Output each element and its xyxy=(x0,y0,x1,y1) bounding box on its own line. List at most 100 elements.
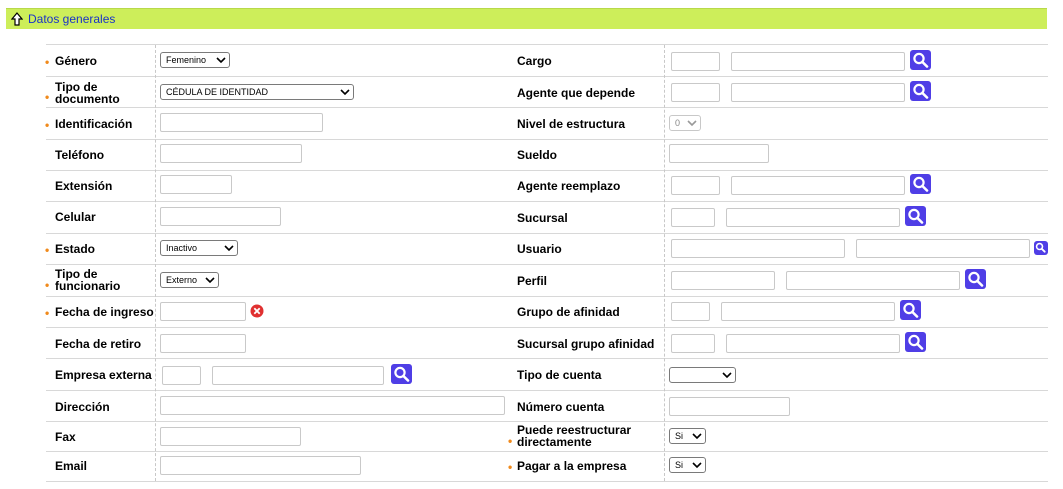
row-divider xyxy=(46,451,1048,452)
sucursal-grupo-afinidad-name-input[interactable] xyxy=(726,334,900,353)
cargo-name-input[interactable] xyxy=(731,52,905,71)
search-icon xyxy=(968,271,984,287)
agente-reemplazo-label: Agente reemplazo xyxy=(517,179,621,193)
required-marker: • xyxy=(45,90,50,104)
fax-input[interactable] xyxy=(160,427,301,446)
search-icon xyxy=(1035,242,1046,253)
required-marker: • xyxy=(45,306,50,320)
agente-depende-search-button[interactable] xyxy=(910,81,931,101)
row-divider xyxy=(46,233,1048,234)
column-divider xyxy=(155,45,156,481)
celular-label: Celular xyxy=(55,210,96,224)
tipo-funcionario-value: Externo xyxy=(166,275,198,285)
perfil-label: Perfil xyxy=(517,274,548,288)
estado-select[interactable]: Inactivo xyxy=(160,240,238,256)
pagar-empresa-value: Si xyxy=(675,460,684,470)
sucursal-label: Sucursal xyxy=(517,211,568,225)
row-divider xyxy=(46,481,1048,482)
telefono-label: Teléfono xyxy=(55,148,105,162)
perfil-search-button[interactable] xyxy=(965,269,986,289)
fecha-ingreso-input[interactable] xyxy=(160,302,246,321)
arrow-up-icon[interactable] xyxy=(11,12,23,26)
sucursal-grupo-afinidad-search-button[interactable] xyxy=(905,332,926,352)
numero-cuenta-input[interactable] xyxy=(669,397,790,416)
genero-select[interactable]: Femenino xyxy=(160,52,230,68)
chevron-down-icon xyxy=(205,277,215,284)
empresa-externa-search-button[interactable] xyxy=(391,364,412,384)
row-divider xyxy=(46,264,1048,265)
celular-input[interactable] xyxy=(160,207,281,226)
email-input[interactable] xyxy=(160,456,361,475)
tipo-funcionario-select[interactable]: Externo xyxy=(160,272,219,288)
tipo-cuenta-select[interactable] xyxy=(669,367,736,383)
row-divider xyxy=(46,358,1048,359)
pagar-empresa-select[interactable]: Si xyxy=(669,457,706,473)
identificacion-input[interactable] xyxy=(160,113,323,132)
required-marker: • xyxy=(45,278,50,292)
row-divider xyxy=(46,201,1048,202)
extension-input[interactable] xyxy=(160,175,232,194)
sucursal-grupo-afinidad-code-input[interactable] xyxy=(671,334,715,353)
search-icon xyxy=(913,52,929,68)
search-icon xyxy=(908,334,924,350)
cargo-code-input[interactable] xyxy=(671,52,720,71)
agente-reemplazo-name-input[interactable] xyxy=(731,176,905,195)
telefono-input[interactable] xyxy=(160,144,302,163)
estado-label: Estado xyxy=(55,242,96,256)
search-icon xyxy=(908,208,924,224)
grupo-afinidad-code-input[interactable] xyxy=(671,302,710,321)
direccion-input[interactable] xyxy=(160,396,505,415)
cargo-label: Cargo xyxy=(517,54,552,68)
agente-depende-code-input[interactable] xyxy=(671,83,720,102)
sucursal-code-input[interactable] xyxy=(671,208,715,227)
direccion-label: Dirección xyxy=(55,400,110,414)
usuario-code-input[interactable] xyxy=(671,239,845,258)
usuario-search-button[interactable] xyxy=(1034,241,1048,255)
row-divider xyxy=(46,327,1048,328)
perfil-name-input[interactable] xyxy=(786,271,960,290)
numero-cuenta-label: Número cuenta xyxy=(517,400,605,414)
nivel-estructura-select[interactable]: 0 xyxy=(669,115,701,131)
sucursal-name-input[interactable] xyxy=(726,208,900,227)
tipo-documento-select[interactable]: CÉDULA DE IDENTIDAD xyxy=(160,84,354,100)
empresa-externa-code-input[interactable] xyxy=(162,366,201,385)
chevron-down-icon xyxy=(340,89,350,96)
grupo-afinidad-label: Grupo de afinidad xyxy=(517,305,620,319)
email-label: Email xyxy=(55,459,88,473)
tipo-cuenta-label: Tipo de cuenta xyxy=(517,368,602,382)
agente-reemplazo-search-button[interactable] xyxy=(910,174,931,194)
agente-depende-name-input[interactable] xyxy=(731,83,905,102)
extension-label: Extensión xyxy=(55,179,113,193)
row-divider xyxy=(46,44,1048,45)
chevron-down-icon xyxy=(692,433,702,440)
empresa-externa-name-input[interactable] xyxy=(212,366,384,385)
identificacion-label: Identificación xyxy=(55,117,133,131)
puede-reestructurar-value: Si xyxy=(675,431,684,441)
fecha-retiro-label: Fecha de retiro xyxy=(55,337,142,351)
chevron-down-icon xyxy=(722,372,732,379)
genero-value: Femenino xyxy=(166,55,207,65)
usuario-name-input[interactable] xyxy=(856,239,1030,258)
row-divider xyxy=(46,170,1048,171)
fax-label: Fax xyxy=(55,430,76,444)
sucursal-search-button[interactable] xyxy=(905,206,926,226)
sueldo-input[interactable] xyxy=(669,144,769,163)
search-icon xyxy=(394,366,410,382)
required-marker: • xyxy=(45,118,50,132)
section-header[interactable]: Datos generales xyxy=(6,8,1047,29)
grupo-afinidad-search-button[interactable] xyxy=(900,300,921,320)
empresa-externa-label: Empresa externa xyxy=(55,368,152,382)
perfil-code-input[interactable] xyxy=(671,271,775,290)
tipo-documento-value: CÉDULA DE IDENTIDAD xyxy=(166,87,269,97)
sueldo-label: Sueldo xyxy=(517,148,558,162)
section-title[interactable]: Datos generales xyxy=(28,12,115,26)
clear-icon[interactable] xyxy=(250,304,264,318)
puede-reestructurar-select[interactable]: Si xyxy=(669,428,706,444)
estado-value: Inactivo xyxy=(166,243,198,253)
row-divider xyxy=(46,296,1048,297)
cargo-search-button[interactable] xyxy=(910,50,931,70)
agente-reemplazo-code-input[interactable] xyxy=(671,176,720,195)
required-marker: • xyxy=(45,55,50,69)
fecha-retiro-input[interactable] xyxy=(160,334,246,353)
grupo-afinidad-name-input[interactable] xyxy=(721,302,895,321)
